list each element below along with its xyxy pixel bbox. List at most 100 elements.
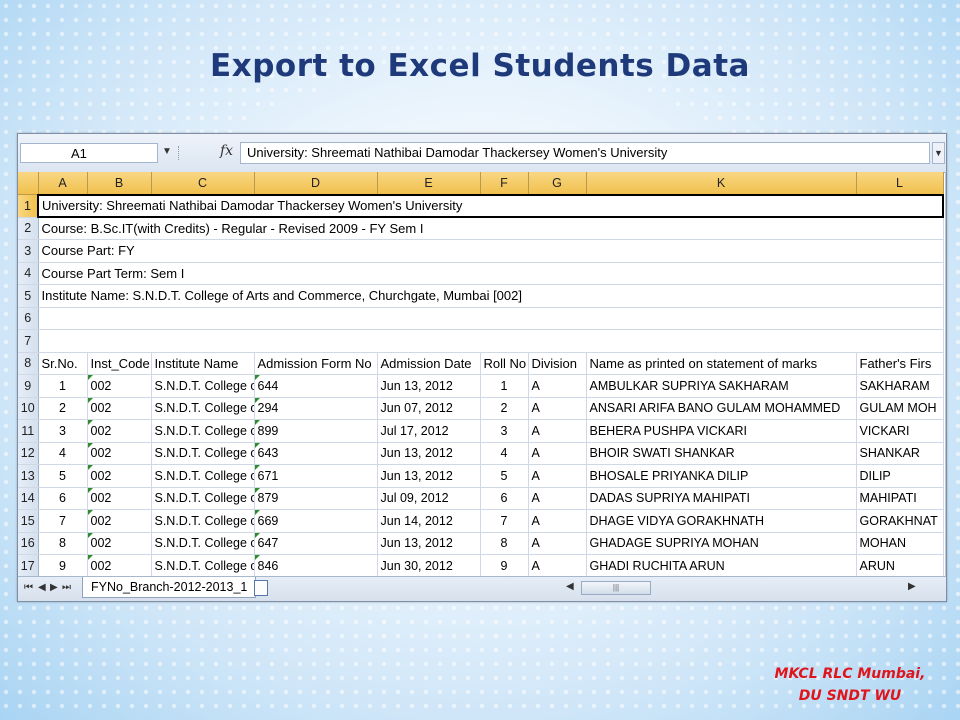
cell[interactable]: 002 <box>87 397 152 420</box>
scroll-up-icon[interactable]: ▲ <box>946 172 947 186</box>
cell[interactable]: SHANKAR <box>856 442 944 465</box>
cell[interactable]: A <box>528 374 587 398</box>
vertical-scrollbar[interactable]: ▲ ▼ <box>945 172 947 576</box>
prev-sheet-icon[interactable]: ◀ <box>38 582 46 593</box>
cell[interactable]: A <box>528 554 587 578</box>
row-header[interactable]: 9 <box>18 374 39 398</box>
column-header[interactable]: G <box>528 172 587 195</box>
cell[interactable]: 1 <box>38 374 88 398</box>
header-cell[interactable]: Institute Name <box>151 352 255 375</box>
cell[interactable]: 671 <box>254 464 378 488</box>
chevron-down-icon[interactable]: ▼ <box>162 146 172 157</box>
header-cell[interactable]: Sr.No. <box>38 352 88 375</box>
cell[interactable]: A <box>528 464 587 488</box>
column-header[interactable]: K <box>586 172 857 195</box>
cell[interactable]: A <box>528 487 587 510</box>
select-all-corner[interactable] <box>18 172 39 195</box>
column-header[interactable]: E <box>377 172 481 195</box>
header-cell[interactable]: Roll No <box>480 352 529 375</box>
cell[interactable]: Jun 13, 2012 <box>377 442 481 465</box>
cell[interactable]: Course Part Term: Sem I <box>38 262 944 285</box>
cell[interactable]: S.N.D.T. College o <box>151 442 255 465</box>
formula-input[interactable]: University: Shreemati Nathibai Damodar T… <box>240 142 930 164</box>
cell[interactable]: Jul 17, 2012 <box>377 419 481 443</box>
cell[interactable]: GHADI RUCHITA ARUN <box>586 554 857 578</box>
cell[interactable]: S.N.D.T. College o <box>151 374 255 398</box>
cell[interactable]: GORAKHNAT <box>856 509 944 533</box>
cell[interactable]: 647 <box>254 532 378 555</box>
cell[interactable]: 6 <box>480 487 529 510</box>
scroll-left-icon[interactable]: ◀ <box>566 581 574 592</box>
cell[interactable] <box>38 307 944 330</box>
scroll-down-icon[interactable]: ▼ <box>946 562 947 576</box>
cell[interactable]: MAHIPATI <box>856 487 944 510</box>
cell[interactable]: 294 <box>254 397 378 420</box>
cell[interactable]: 879 <box>254 487 378 510</box>
row-header[interactable]: 12 <box>18 442 39 465</box>
cell[interactable]: 5 <box>480 464 529 488</box>
cell[interactable]: Jun 13, 2012 <box>377 464 481 488</box>
cell[interactable]: GULAM MOH <box>856 397 944 420</box>
header-cell[interactable]: Division <box>528 352 587 375</box>
column-header[interactable]: C <box>151 172 255 195</box>
cell[interactable]: A <box>528 509 587 533</box>
header-cell[interactable]: Name as printed on statement of marks <box>586 352 857 375</box>
row-header[interactable]: 6 <box>18 307 39 330</box>
cell[interactable]: Jun 14, 2012 <box>377 509 481 533</box>
expand-formula-bar-icon[interactable]: ▼ <box>932 142 945 164</box>
row-header[interactable]: 16 <box>18 532 39 555</box>
cell[interactable]: 846 <box>254 554 378 578</box>
scroll-right-icon[interactable]: ▶ <box>908 581 916 592</box>
cell[interactable]: Jun 13, 2012 <box>377 374 481 398</box>
cell[interactable]: S.N.D.T. College o <box>151 532 255 555</box>
cell[interactable]: S.N.D.T. College o <box>151 464 255 488</box>
cell[interactable]: 3 <box>38 419 88 443</box>
header-cell[interactable]: Admission Form No <box>254 352 378 375</box>
cell[interactable]: VICKARI <box>856 419 944 443</box>
cell[interactable]: S.N.D.T. College o <box>151 397 255 420</box>
cell[interactable]: 4 <box>38 442 88 465</box>
cell[interactable]: AMBULKAR SUPRIYA SAKHARAM <box>586 374 857 398</box>
cell[interactable]: 6 <box>38 487 88 510</box>
row-header[interactable]: 13 <box>18 464 39 488</box>
column-header[interactable]: D <box>254 172 378 195</box>
cell[interactable]: 002 <box>87 419 152 443</box>
cell[interactable]: SAKHARAM <box>856 374 944 398</box>
cell[interactable]: 2 <box>480 397 529 420</box>
cell[interactable]: A <box>528 397 587 420</box>
row-header[interactable]: 17 <box>18 554 39 578</box>
horizontal-scrollbar-thumb[interactable]: ||| <box>581 581 651 595</box>
row-header[interactable]: 4 <box>18 262 39 285</box>
cell[interactable]: 5 <box>38 464 88 488</box>
next-sheet-icon[interactable]: ▶ <box>50 582 58 593</box>
row-header[interactable]: 2 <box>18 217 39 240</box>
cell[interactable]: S.N.D.T. College o <box>151 509 255 533</box>
cell[interactable]: A <box>528 419 587 443</box>
cell[interactable]: Jul 09, 2012 <box>377 487 481 510</box>
cell[interactable]: 9 <box>38 554 88 578</box>
header-cell[interactable]: Inst_Code <box>87 352 152 375</box>
cell[interactable]: BEHERA PUSHPA VICKARI <box>586 419 857 443</box>
cell[interactable]: Course Part: FY <box>38 239 944 263</box>
header-cell[interactable]: Admission Date <box>377 352 481 375</box>
last-sheet-icon[interactable]: ⏭ <box>62 582 71 593</box>
cell[interactable]: 644 <box>254 374 378 398</box>
cell[interactable]: 002 <box>87 487 152 510</box>
cell[interactable]: 4 <box>480 442 529 465</box>
cell[interactable]: 2 <box>38 397 88 420</box>
cell[interactable]: 8 <box>480 532 529 555</box>
cell[interactable]: Institute Name: S.N.D.T. College of Arts… <box>38 284 944 308</box>
row-header[interactable]: 11 <box>18 419 39 443</box>
cell[interactable]: 1 <box>480 374 529 398</box>
cell[interactable]: Course: B.Sc.IT(with Credits) - Regular … <box>38 217 944 240</box>
insert-function-icon[interactable]: fx <box>220 143 233 159</box>
cell[interactable]: Jun 13, 2012 <box>377 532 481 555</box>
cell[interactable]: 002 <box>87 554 152 578</box>
row-header[interactable]: 1 <box>18 194 39 218</box>
cell[interactable]: University: Shreemati Nathibai Damodar T… <box>37 193 944 218</box>
header-cell[interactable]: Father's Firs <box>856 352 944 375</box>
cell[interactable]: GHADAGE SUPRIYA MOHAN <box>586 532 857 555</box>
cell[interactable]: BHOSALE PRIYANKA DILIP <box>586 464 857 488</box>
column-header[interactable]: F <box>480 172 529 195</box>
row-header[interactable]: 7 <box>18 329 39 353</box>
